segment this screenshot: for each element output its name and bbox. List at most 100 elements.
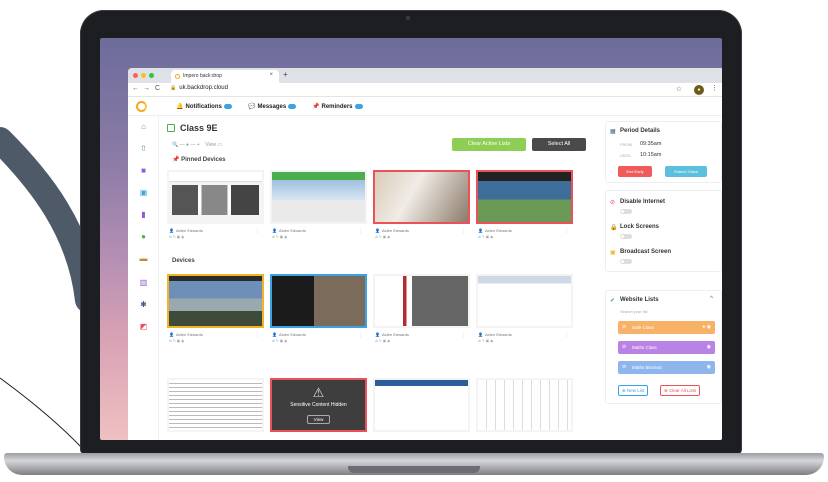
device-card[interactable]: 👤 Aiden Edwards ⊘ ✎ ▣ ◉ ⋮	[167, 274, 264, 349]
device-screen-thumbnail[interactable]	[167, 378, 264, 432]
owner-name: Aiden Edwards	[278, 332, 306, 337]
url-field[interactable]: 🔒 uk.backdrop.cloud	[170, 85, 228, 91]
tab-close-icon[interactable]: ×	[269, 72, 273, 78]
clear-all-lists-button[interactable]: ⊗ Clear All Lists	[660, 385, 701, 396]
list-toggle-icon[interactable]: ◉	[707, 341, 711, 354]
device-screen-thumbnail[interactable]	[373, 274, 470, 328]
user-icon: 👤	[272, 228, 277, 233]
lock-screens-toggle[interactable]	[620, 234, 632, 239]
clear-active-lists-button[interactable]: Clear Active Lists	[452, 138, 526, 151]
device-card[interactable]: 👤 Aiden Edwards ⊘ ✎ ▣ ◉ ⋮	[270, 170, 367, 245]
device-card[interactable]: 👤 Aiden Edwards ⊘ ✎ ▣ ◉ ⋮	[270, 274, 367, 349]
list-toggle-icon[interactable]: ◉	[707, 361, 711, 374]
close-dot[interactable]	[133, 73, 138, 78]
forward-arrow-icon[interactable]: →	[143, 85, 150, 92]
profile-avatar-icon[interactable]: ●	[694, 85, 704, 95]
back-arrow-icon[interactable]: ←	[132, 85, 139, 92]
card-menu-icon[interactable]: ⋮	[564, 332, 569, 338]
webcam	[406, 16, 410, 20]
device-card[interactable]	[476, 378, 573, 440]
browser-tab[interactable]: Impero back:drop ×	[171, 70, 279, 83]
tab-bar: Impero back:drop × +	[128, 68, 722, 83]
broadcast-screen-toggle[interactable]	[620, 259, 632, 264]
card-menu-icon[interactable]: ⋮	[255, 332, 260, 338]
device-status-icons: ⊘ ✎ ▣ ◉	[375, 339, 391, 343]
sidebar-upload-icon[interactable]: ⇧	[139, 144, 148, 153]
card-menu-icon[interactable]: ⋮	[564, 228, 569, 234]
sidebar-folder-icon[interactable]: ▬	[139, 254, 148, 263]
select-all-button[interactable]: Select All	[532, 138, 586, 151]
device-screen-thumbnail[interactable]	[373, 378, 470, 432]
disable-internet-label: Disable Internet	[620, 199, 666, 205]
laptop-screen: Impero back:drop × + ← → C 🔒 uk.backdrop.…	[100, 38, 722, 440]
website-lists-heading: Website Lists	[620, 297, 659, 303]
laptop-notch	[348, 466, 480, 473]
owner-name: Aiden Edwards	[484, 332, 512, 337]
device-screen-thumbnail[interactable]	[270, 274, 367, 328]
messages-badge	[288, 103, 297, 109]
list-check-icon: ⊘	[622, 364, 627, 370]
sidebar-database-icon[interactable]: ▮	[139, 210, 148, 219]
website-list-item[interactable]: ⊘ Maths Blocked ◉	[618, 361, 715, 374]
minimize-dot[interactable]	[141, 73, 146, 78]
card-menu-icon[interactable]: ⋮	[461, 228, 466, 234]
device-screen-thumbnail[interactable]	[476, 274, 573, 328]
sidebar-chat-icon[interactable]: ■	[139, 166, 148, 175]
pinned-devices-heading: 📌 Pinned Devices	[172, 157, 226, 163]
device-screen-thumbnail[interactable]	[476, 378, 573, 432]
app-top-nav: 🔔 Notifications 💬 Messages 📌 Reminders	[128, 97, 722, 116]
card-menu-icon[interactable]: ⋮	[255, 228, 260, 234]
website-list-item[interactable]: ⊘ Maths Class ◉	[618, 341, 715, 354]
collapse-chevron-icon[interactable]: ^	[710, 296, 713, 302]
view-sensitive-button[interactable]: View	[306, 415, 331, 424]
new-list-button[interactable]: ⊕ New List	[618, 385, 649, 396]
device-screen-thumbnail[interactable]	[167, 170, 264, 224]
card-menu-icon[interactable]: ⋮	[358, 332, 363, 338]
disable-internet-toggle[interactable]	[620, 209, 632, 214]
user-icon: 👤	[169, 228, 174, 233]
bookmark-star-icon[interactable]: ☆	[676, 85, 682, 93]
end-early-button[interactable]: End Early	[618, 166, 652, 177]
messages-nav[interactable]: 💬 Messages	[248, 103, 297, 110]
device-card[interactable]: 👤 Aiden Edwards ⊘ ✎ ▣ ◉ ⋮	[167, 170, 264, 245]
devices-heading: Devices	[172, 258, 195, 264]
extend-class-button[interactable]: Extend Class	[665, 166, 707, 177]
sidebar-devices-icon[interactable]: ◩	[139, 322, 148, 331]
sidebar-reports-icon[interactable]: ▥	[139, 278, 148, 287]
device-screen-thumbnail[interactable]	[270, 170, 367, 224]
card-menu-icon[interactable]: ⋮	[461, 332, 466, 338]
website-list-search[interactable]: Search your list	[620, 309, 648, 314]
lock-screens-label: Lock Screens	[620, 224, 660, 230]
device-card[interactable]: 👤 Aiden Edwards ⊘ ✎ ▣ ◉ ⋮	[373, 274, 470, 349]
list-toggle-icon[interactable]: ● ◉	[702, 321, 711, 334]
check-circle-icon: ✔	[610, 298, 616, 304]
browser-menu-icon[interactable]: ⋮	[711, 84, 718, 92]
period-details-heading: Period Details	[620, 128, 661, 134]
website-list-item[interactable]: ⊘ Safe Class ● ◉	[618, 321, 715, 334]
device-card[interactable]: 👤 Aiden Edwards ⊘ ✎ ▣ ◉ ⋮	[373, 170, 470, 245]
sidebar-settings-icon[interactable]: ✱	[139, 300, 148, 309]
card-menu-icon[interactable]: ⋮	[358, 228, 363, 234]
device-screen-thumbnail[interactable]: ⚠ Sensitive Content Hidden View	[270, 378, 367, 432]
device-card[interactable]	[373, 378, 470, 440]
website-lists-panel: ✔ Website Lists ^ Search your list ⊘ Safe…	[605, 290, 722, 404]
device-screen-thumbnail[interactable]	[167, 274, 264, 328]
device-card[interactable]	[167, 378, 264, 440]
zoom-controls[interactable]: 🔍 — ● — + View ▭	[172, 142, 222, 148]
sidebar-users-icon[interactable]: ●	[139, 232, 148, 241]
reminders-nav[interactable]: 📌 Reminders	[312, 103, 363, 110]
reload-icon[interactable]: C	[155, 85, 160, 92]
device-card[interactable]: ⚠ Sensitive Content Hidden View	[270, 378, 367, 440]
device-status-icons: ⊘ ✎ ▣ ◉	[272, 235, 288, 239]
maximize-dot[interactable]	[149, 73, 154, 78]
sidebar-screens-icon[interactable]: ▣	[139, 188, 148, 197]
device-screen-thumbnail[interactable]	[373, 170, 470, 224]
website-list-label: Maths Blocked	[632, 365, 662, 370]
new-tab-button[interactable]: +	[283, 70, 288, 79]
device-screen-thumbnail[interactable]	[476, 170, 573, 224]
sidebar-home-icon[interactable]: ⌂	[139, 122, 148, 131]
backdrop-logo-icon[interactable]	[136, 101, 147, 112]
device-card[interactable]: 👤 Aiden Edwards ⊘ ✎ ▣ ◉ ⋮	[476, 274, 573, 349]
device-card[interactable]: 👤 Aiden Edwards ⊘ ✎ ▣ ◉ ⋮	[476, 170, 573, 245]
notifications-nav[interactable]: 🔔 Notifications	[176, 103, 232, 110]
